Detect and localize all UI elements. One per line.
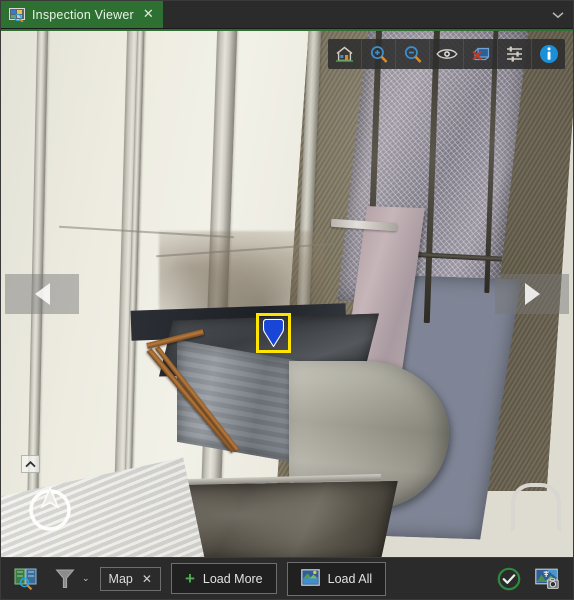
- selected-map-pin[interactable]: [256, 313, 291, 353]
- collapse-panel-icon[interactable]: [21, 455, 40, 473]
- tab-inspection-viewer[interactable]: Inspection Viewer ✕: [1, 1, 163, 28]
- map-search-icon[interactable]: [13, 565, 41, 593]
- info-icon[interactable]: [532, 39, 565, 69]
- viewer-toolbar: [328, 39, 565, 69]
- inspection-photo: [1, 31, 573, 557]
- titlebar: Inspection Viewer ✕: [1, 1, 573, 29]
- compass-widget[interactable]: [25, 483, 75, 533]
- home-icon[interactable]: [328, 39, 362, 69]
- chevron-left-icon: [34, 283, 50, 305]
- plus-icon: +: [184, 569, 195, 588]
- photo-pipe: [511, 483, 561, 533]
- map-filter-chip-close-icon[interactable]: ✕: [142, 573, 152, 585]
- chevron-down-icon[interactable]: ⌄: [82, 574, 90, 583]
- image-viewer-canvas[interactable]: [1, 29, 573, 557]
- inspection-viewer-window: Inspection Viewer ✕ ⌄ Map ✕ + Load More …: [0, 0, 574, 600]
- zoom-out-icon[interactable]: [396, 39, 430, 69]
- photo-capture-icon[interactable]: [533, 565, 561, 593]
- zoom-in-icon[interactable]: [362, 39, 396, 69]
- load-more-label: Load More: [202, 571, 263, 586]
- previous-image-button[interactable]: [5, 274, 79, 314]
- filter-dropdown[interactable]: ⌄: [51, 565, 90, 593]
- filter-funnel-icon[interactable]: [51, 565, 79, 593]
- tab-label: Inspection Viewer: [32, 7, 134, 22]
- map-filter-chip[interactable]: Map ✕: [99, 566, 161, 591]
- load-all-button[interactable]: Load All: [286, 561, 387, 596]
- titlebar-spacer: [163, 1, 543, 28]
- load-all-label: Load All: [327, 571, 373, 586]
- confirm-check-icon[interactable]: [495, 565, 523, 593]
- chevron-down-icon[interactable]: [543, 1, 573, 28]
- load-more-button[interactable]: + Load More: [170, 563, 277, 594]
- chevron-right-icon: [524, 283, 540, 305]
- tab-close-icon[interactable]: ✕: [143, 8, 154, 21]
- delete-layer-icon[interactable]: [464, 39, 498, 69]
- next-image-button[interactable]: [495, 274, 569, 314]
- bottom-toolbar: ⌄ Map ✕ + Load More Load All: [1, 557, 573, 599]
- eye-icon[interactable]: [430, 39, 464, 69]
- map-filter-chip-label: Map: [108, 571, 133, 586]
- map-pin-icon: [263, 319, 284, 347]
- inspection-image-search-icon: [9, 7, 25, 23]
- picture-icon: [300, 568, 320, 589]
- sliders-icon[interactable]: [498, 39, 532, 69]
